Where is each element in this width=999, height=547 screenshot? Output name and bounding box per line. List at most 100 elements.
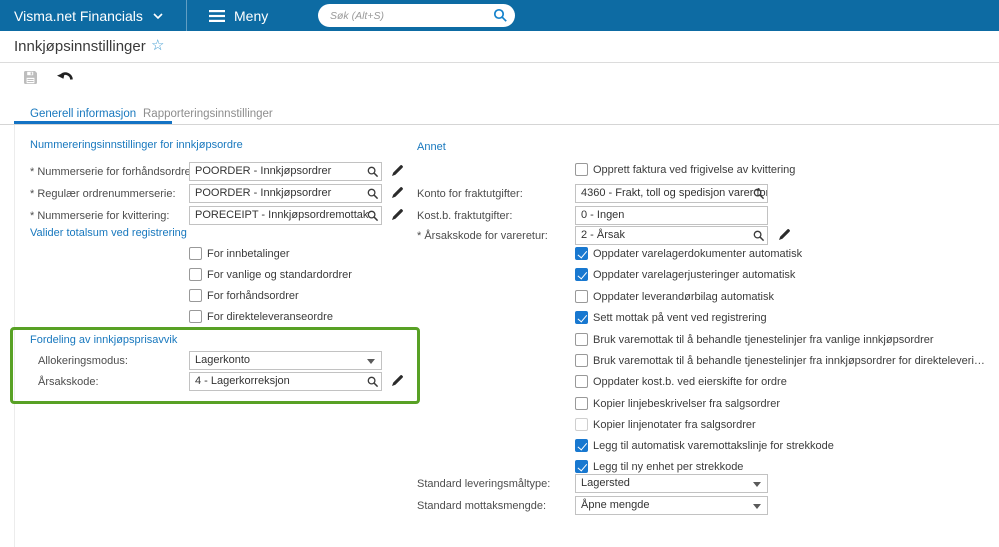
field-konto-fraktutgifter[interactable]: 4360 - Frakt, toll og spedisjon varer fo… <box>575 184 768 203</box>
checkbox-for-vanlige-standardordrer[interactable] <box>189 268 202 281</box>
active-tab-underline <box>14 121 172 124</box>
field-label: * Regulær ordrenummerserie: <box>30 188 176 200</box>
checkbox-label: For forhåndsordrer <box>207 290 299 302</box>
lookup-icon[interactable] <box>367 210 379 222</box>
field-value: 4 - Lagerkorreksjon <box>195 375 290 387</box>
checkbox-oppdater-varelagerdokumenter[interactable] <box>575 247 588 260</box>
page-title: Innkjøpsinnstillinger <box>14 38 146 55</box>
visma-purchase-settings-page: Visma.net Financials Meny Innkjøpsinnsti… <box>0 0 999 547</box>
search-icon[interactable] <box>493 8 508 23</box>
checkbox-label: Oppdater kost.b. ved eierskifte for ordr… <box>593 376 787 388</box>
field-value: 4360 - Frakt, toll og spedisjon varer fo… <box>581 187 768 199</box>
lookup-icon[interactable] <box>367 166 379 178</box>
field-mottaksmengde[interactable]: Åpne mengde <box>575 496 768 515</box>
pencil-icon[interactable] <box>391 186 404 199</box>
lookup-icon[interactable] <box>367 188 379 200</box>
menu-button[interactable]: Meny <box>197 0 280 31</box>
search-box <box>318 4 515 27</box>
checkbox-for-innbetalinger[interactable] <box>189 247 202 260</box>
menu-label: Meny <box>234 7 269 24</box>
checkbox-label: Oppdater leverandørbilag automatisk <box>593 291 774 303</box>
field-label: Konto for fraktutgifter: <box>417 188 523 200</box>
checkbox-sett-mottak-pa-vent[interactable] <box>575 311 588 324</box>
chevron-down-icon <box>153 13 163 20</box>
field-label: Standard leveringsmåltype: <box>417 478 551 490</box>
save-button[interactable] <box>24 71 37 84</box>
checkbox-legg-til-ny-enhet[interactable] <box>575 460 588 473</box>
field-label: * Nummerserie for kvittering: <box>30 210 170 222</box>
tab-rapporteringsinnstillinger[interactable]: Rapporteringsinnstillinger <box>143 108 273 120</box>
field-label: Kost.b. fraktutgifter: <box>417 210 513 222</box>
field-allokeringsmodus[interactable]: Lagerkonto <box>189 351 382 370</box>
field-label: * Årsakskode for vareretur: <box>417 230 548 242</box>
field-label: Allokeringsmodus: <box>38 355 128 367</box>
checkbox-label: Opprett faktura ved frigivelse av kvitte… <box>593 164 796 176</box>
title-bar: Innkjøpsinnstillinger ☆ <box>0 31 999 62</box>
pencil-icon[interactable] <box>391 208 404 221</box>
pencil-icon[interactable] <box>778 228 791 241</box>
checkbox-label: Bruk varemottak til å behandle tjenestel… <box>593 334 934 346</box>
checkbox-oppdater-kostb-eierskifte[interactable] <box>575 375 588 388</box>
checkbox-label: Kopier linjebeskrivelser fra salgsordrer <box>593 398 781 410</box>
dropdown-caret-icon[interactable] <box>367 359 375 364</box>
field-leveringsmaltype[interactable]: Lagersted <box>575 474 768 493</box>
field-nummerserie-kvittering[interactable]: PORECEIPT - Innkjøpsordremottak <box>189 206 382 225</box>
undo-button[interactable] <box>57 70 75 83</box>
checkbox-for-forhandsordrer[interactable] <box>189 289 202 302</box>
checkbox-kopier-linjenotater <box>575 418 588 431</box>
hamburger-icon <box>209 9 225 22</box>
checkbox-label: For innbetalinger <box>207 248 290 260</box>
checkbox-label: Legg til ny enhet per strekkode <box>593 461 744 473</box>
checkbox-varemottak-vanlige-ordrer[interactable] <box>575 333 588 346</box>
checkbox-label: Legg til automatisk varemottakslinje for… <box>593 440 834 452</box>
toolbar <box>0 63 999 100</box>
field-regulaer-ordrenummerserie[interactable]: POORDER - Innkjøpsordrer <box>189 184 382 203</box>
checkbox-oppdater-varelagerjusteringer[interactable] <box>575 268 588 281</box>
checkbox-label: For vanlige og standardordrer <box>207 269 352 281</box>
dropdown-caret-icon[interactable] <box>753 504 761 509</box>
field-arsakskode-vareretur[interactable]: 2 - Årsak <box>575 226 768 245</box>
field-nummerserie-forhandsordre[interactable]: POORDER - Innkjøpsordrer <box>189 162 382 181</box>
save-icon <box>24 71 37 84</box>
checkbox-label: Kopier linjenotater fra salgsordrer <box>593 419 756 431</box>
lookup-icon[interactable] <box>367 376 379 388</box>
field-value: Lagerkonto <box>195 354 251 366</box>
tab-strip: Generell informasjon Rapporteringsinnsti… <box>0 100 999 125</box>
checkbox-for-direkteleveranseordre[interactable] <box>189 310 202 323</box>
field-kostb-fraktutgifter[interactable]: 0 - Ingen <box>575 206 768 225</box>
search-input[interactable] <box>330 4 490 27</box>
field-value: 2 - Årsak <box>581 229 626 241</box>
field-value: Åpne mengde <box>581 499 650 511</box>
checkbox-oppdater-leverandorbilag[interactable] <box>575 290 588 303</box>
checkbox-opprett-faktura[interactable] <box>575 163 588 176</box>
field-value: POORDER - Innkjøpsordrer <box>195 165 332 177</box>
field-label: * Nummerserie for forhåndsordre: <box>30 166 194 178</box>
section-header-annet: Annet <box>417 141 446 153</box>
star-icon[interactable]: ☆ <box>151 37 164 54</box>
field-label: Årsakskode: <box>38 376 99 388</box>
field-value: 0 - Ingen <box>581 209 625 221</box>
field-value: POORDER - Innkjøpsordrer <box>195 187 332 199</box>
lookup-icon[interactable] <box>753 188 765 200</box>
section-header-numbering: Nummereringsinnstillinger for innkjøpsor… <box>30 139 243 151</box>
checkbox-label: Bruk varemottak til å behandle tjenestel… <box>593 355 985 367</box>
top-bar: Visma.net Financials Meny <box>0 0 999 31</box>
checkbox-label: For direkteleveranseordre <box>207 311 333 323</box>
pencil-icon[interactable] <box>391 374 404 387</box>
checkbox-label: Oppdater varelagerjusteringer automatisk <box>593 269 796 281</box>
checkbox-legg-til-varemottakslinje[interactable] <box>575 439 588 452</box>
dropdown-caret-icon[interactable] <box>753 482 761 487</box>
undo-icon <box>57 70 75 83</box>
section-header-allocation: Fordeling av innkjøpsprisavvik <box>30 334 178 346</box>
brand-menu-button[interactable]: Visma.net Financials <box>0 0 187 31</box>
field-arsakskode[interactable]: 4 - Lagerkorreksjon <box>189 372 382 391</box>
lookup-icon[interactable] <box>753 230 765 242</box>
tab-generell-informasjon[interactable]: Generell informasjon <box>30 108 136 120</box>
checkbox-varemottak-direktelevering[interactable] <box>575 354 588 367</box>
field-value: Lagersted <box>581 477 630 489</box>
brand-label: Visma.net Financials <box>14 7 143 24</box>
checkbox-label: Sett mottak på vent ved registrering <box>593 312 767 324</box>
pencil-icon[interactable] <box>391 164 404 177</box>
field-label: Standard mottaksmengde: <box>417 500 547 512</box>
checkbox-kopier-linjebeskrivelser[interactable] <box>575 397 588 410</box>
